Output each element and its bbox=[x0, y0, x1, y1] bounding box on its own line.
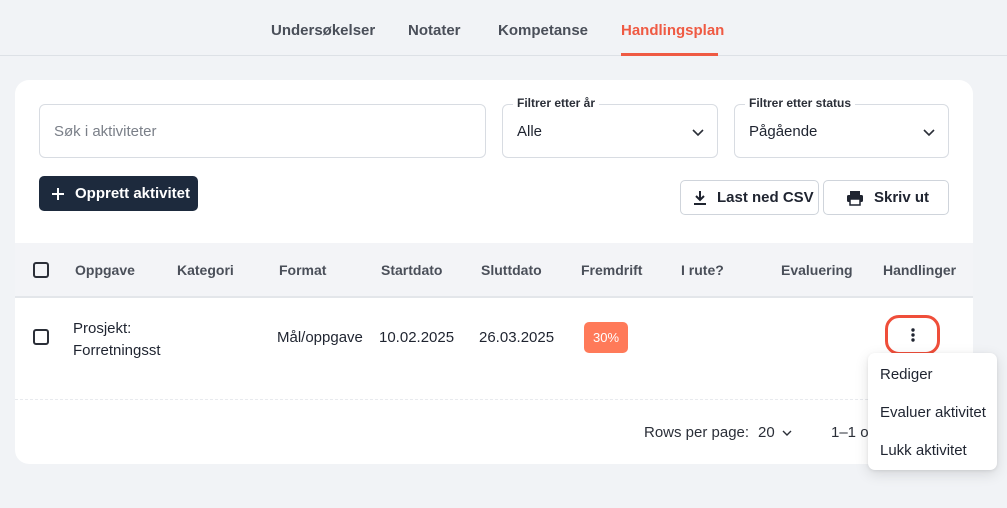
task-name-line: Forretningsst bbox=[73, 342, 161, 359]
tab-bar: Undersøkelser Notater Kompetanse Handlin… bbox=[0, 0, 1007, 56]
column-header[interactable]: Evaluering bbox=[781, 262, 853, 278]
end-date-cell: 26.03.2025 bbox=[479, 329, 555, 346]
chevron-down-icon bbox=[923, 129, 935, 137]
chevron-down-icon bbox=[692, 129, 704, 137]
task-cell[interactable]: Prosjekt: Forretningsst bbox=[73, 318, 161, 362]
create-activity-button[interactable]: Opprett aktivitet bbox=[39, 176, 198, 211]
menu-item-close[interactable]: Lukk aktivitet bbox=[880, 442, 967, 459]
print-button[interactable]: Skriv ut bbox=[823, 180, 949, 215]
search-field[interactable] bbox=[39, 104, 486, 158]
column-header[interactable]: Format bbox=[279, 262, 326, 278]
download-csv-label: Last ned CSV bbox=[717, 189, 814, 206]
printer-icon bbox=[847, 190, 863, 206]
table-row: Prosjekt: Forretningsst Mål/oppgave 10.0… bbox=[15, 298, 973, 400]
pagination: Rows per page: 20 1–1 of bbox=[15, 400, 973, 464]
column-header[interactable]: I rute? bbox=[681, 262, 724, 278]
menu-item-edit[interactable]: Rediger bbox=[880, 366, 933, 383]
table-header: Oppgave Kategori Format Startdato Sluttd… bbox=[15, 243, 973, 298]
column-header[interactable]: Fremdrift bbox=[581, 262, 642, 278]
more-vertical-icon bbox=[910, 328, 915, 342]
status-filter-value: Pågående bbox=[749, 123, 818, 140]
status-filter-select[interactable]: Filtrer etter status Pågående bbox=[734, 96, 949, 158]
active-tab-indicator bbox=[621, 53, 718, 56]
search-input[interactable] bbox=[40, 105, 485, 157]
row-actions-menu: Rediger Evaluer aktivitet Lukk aktivitet bbox=[868, 353, 997, 470]
download-icon bbox=[694, 190, 706, 205]
column-header[interactable]: Oppgave bbox=[75, 262, 135, 278]
status-filter-label: Filtrer etter status bbox=[745, 96, 856, 110]
column-header[interactable]: Sluttdato bbox=[481, 262, 542, 278]
chevron-down-icon bbox=[782, 430, 792, 436]
rows-per-page-select[interactable]: 20 bbox=[758, 424, 793, 441]
column-header[interactable]: Startdato bbox=[381, 262, 442, 278]
menu-item-evaluate[interactable]: Evaluer aktivitet bbox=[880, 404, 986, 421]
activities-card: Filtrer etter år Alle Filtrer etter stat… bbox=[15, 80, 973, 464]
print-label: Skriv ut bbox=[874, 189, 930, 206]
year-filter-select[interactable]: Filtrer etter år Alle bbox=[502, 96, 718, 158]
select-all-checkbox[interactable] bbox=[33, 262, 49, 278]
year-filter-value: Alle bbox=[517, 123, 543, 140]
row-checkbox[interactable] bbox=[33, 329, 49, 345]
rows-per-page-value: 20 bbox=[758, 424, 775, 441]
pagination-range: 1–1 of bbox=[831, 424, 873, 441]
rows-per-page-label: Rows per page: bbox=[644, 424, 750, 441]
create-activity-label: Opprett aktivitet bbox=[75, 185, 191, 202]
row-actions-button[interactable] bbox=[885, 315, 940, 355]
tab-notater[interactable]: Notater bbox=[408, 22, 461, 39]
tab-kompetanse[interactable]: Kompetanse bbox=[498, 22, 588, 39]
format-cell: Mål/oppgave bbox=[277, 329, 363, 346]
start-date-cell: 10.02.2025 bbox=[379, 329, 455, 346]
progress-badge: 30% bbox=[584, 322, 628, 353]
tab-undersokelser[interactable]: Undersøkelser bbox=[271, 22, 375, 39]
download-csv-button[interactable]: Last ned CSV bbox=[680, 180, 819, 215]
plus-icon bbox=[52, 187, 64, 200]
column-header[interactable]: Handlinger bbox=[883, 262, 956, 278]
task-name-line: Prosjekt: bbox=[73, 320, 132, 337]
tab-handlingsplan[interactable]: Handlingsplan bbox=[621, 22, 724, 39]
column-header[interactable]: Kategori bbox=[177, 262, 234, 278]
year-filter-label: Filtrer etter år bbox=[513, 96, 600, 110]
